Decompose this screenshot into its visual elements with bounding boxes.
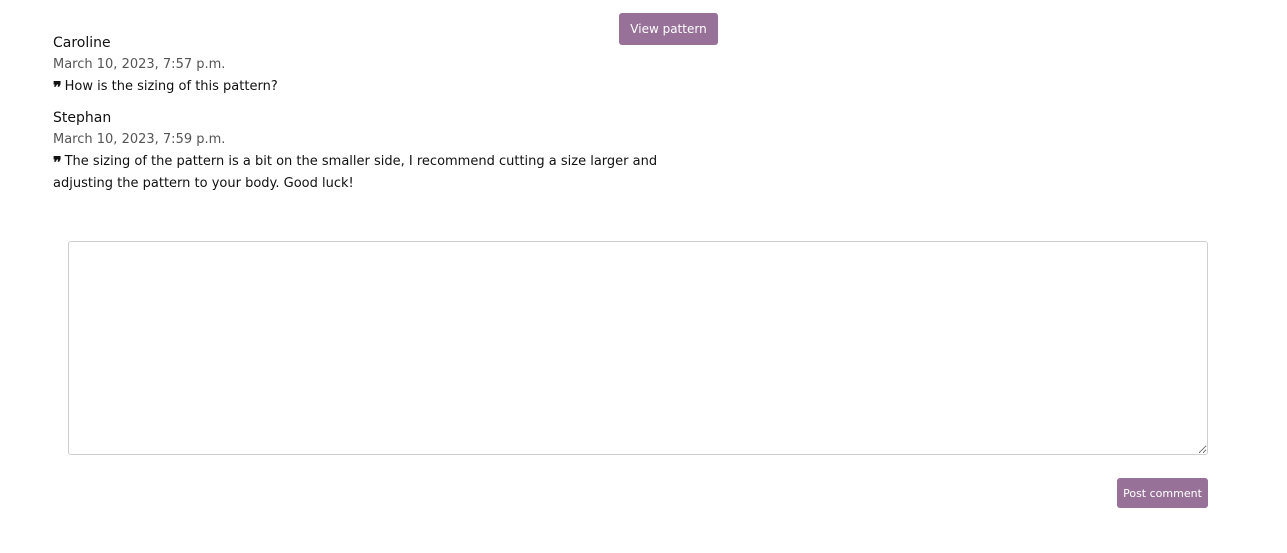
comment-item: Caroline March 10, 2023, 7:57 p.m. ❞ How … xyxy=(53,33,713,98)
comment-text: The sizing of the pattern is a bit on th… xyxy=(53,154,658,191)
comment-body: ❞ How is the sizing of this pattern? xyxy=(53,76,713,98)
comment-textarea[interactable] xyxy=(68,241,1208,455)
comment-author: Caroline xyxy=(53,35,111,51)
quote-icon: ❞ xyxy=(53,153,62,172)
comment-date: March 10, 2023, 7:59 p.m. xyxy=(53,132,226,147)
comment-item: Stephan March 10, 2023, 7:59 p.m. ❞ The s… xyxy=(53,108,713,195)
comment-text: How is the sizing of this pattern? xyxy=(64,79,278,94)
post-comment-button[interactable]: Post comment xyxy=(1117,478,1208,508)
comment-body: ❞ The sizing of the pattern is a bit on t… xyxy=(53,151,713,195)
comment-author: Stephan xyxy=(53,110,112,126)
page: View pattern Caroline March 10, 2023, 7:… xyxy=(0,0,1287,553)
comment-list: Caroline March 10, 2023, 7:57 p.m. ❞ How … xyxy=(53,33,713,205)
quote-icon: ❞ xyxy=(53,78,62,97)
comment-date: March 10, 2023, 7:57 p.m. xyxy=(53,57,226,72)
